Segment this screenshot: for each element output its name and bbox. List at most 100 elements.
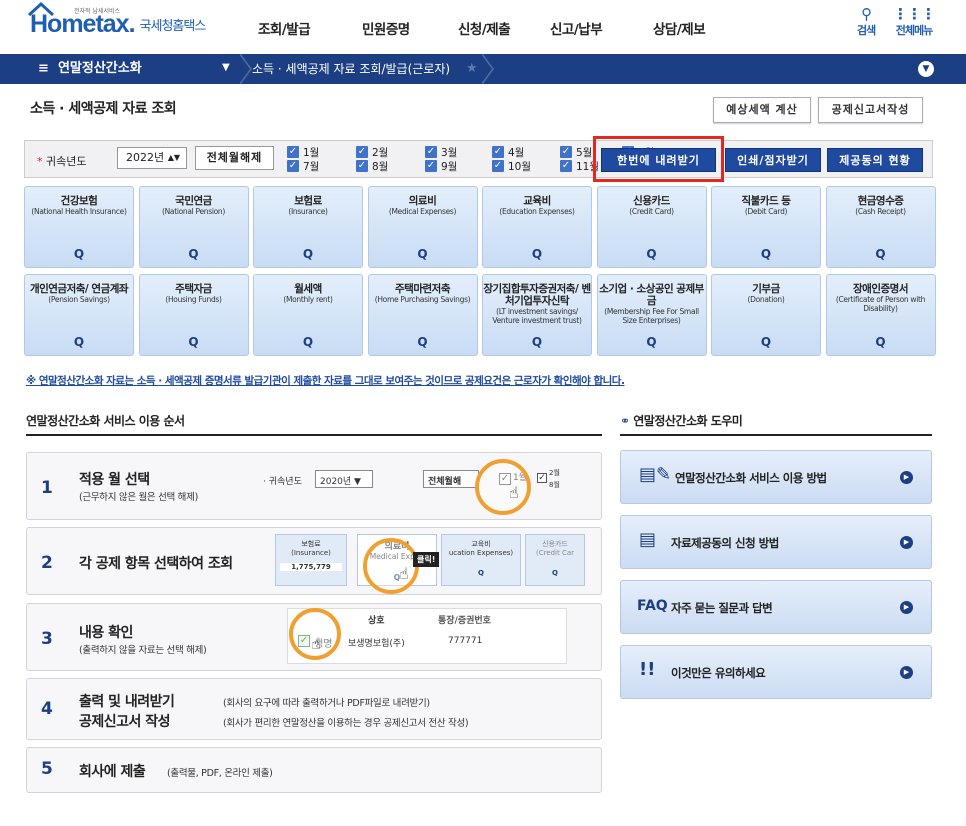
write-deduction-button[interactable]: 공제신고서작성	[818, 97, 923, 123]
month-checkbox-8[interactable]: ✓ 8월	[356, 160, 388, 173]
print-braille-button[interactable]: 인쇄/점자받기	[725, 148, 821, 172]
month-checkbox-3[interactable]: ✓ 3월	[425, 146, 457, 159]
demo-category-credit: 신용카드 (Credit Car Q	[525, 534, 585, 586]
category-english: (Membership Fee For Small Size Enterpris…	[604, 307, 699, 325]
step-desc: (회사의 요구에 따라 출력하거나 PDF파일로 내려받기)	[223, 698, 430, 709]
category-6[interactable]: 신용카드 (Credit Card) Q	[596, 186, 707, 268]
breadcrumb-separator-end	[482, 54, 494, 84]
year-select[interactable]: 2022년 ▲▼	[117, 147, 187, 169]
month-checkbox-4[interactable]: ✓ 4월	[492, 146, 524, 159]
filter-bar: * 귀속년도 2022년▲▼ 전체월해제 ✓1월✓2월✓3월✓4월✓5월✓6월✓…	[24, 140, 933, 178]
search-icon[interactable]: Q	[827, 247, 935, 261]
month-checkbox-10[interactable]: ✓ 10월	[492, 160, 531, 173]
month-checkbox-7[interactable]: ✓ 7월	[287, 160, 319, 173]
nav-certificate[interactable]: 민원증명	[362, 18, 410, 38]
category-english: (Debit Card)	[744, 207, 788, 216]
checkbox-checked-icon: ✓	[560, 160, 572, 172]
search-icon[interactable]: Q	[598, 335, 706, 349]
category-15[interactable]: 기부금 (Donation) Q	[711, 274, 821, 356]
cursor-hand-icon: ☝	[311, 634, 321, 653]
search-icon[interactable]: Q	[25, 247, 133, 261]
divider	[26, 434, 602, 436]
month-checkbox-1[interactable]: ✓ 1월	[287, 146, 319, 159]
search-icon[interactable]: Q	[140, 335, 248, 349]
category-title: 기부금	[752, 283, 780, 295]
category-2[interactable]: 국민연금 (National Pension) Q	[138, 186, 249, 268]
highlight-ring	[475, 459, 531, 515]
category-3[interactable]: 보험료 (Insurance) Q	[253, 186, 363, 268]
search-icon[interactable]: Q	[598, 247, 706, 261]
search-icon[interactable]: Q	[369, 247, 477, 261]
cursor-hand-icon: ☝	[399, 564, 409, 583]
category-7[interactable]: 직불카드 등 (Debit Card) Q	[711, 186, 821, 268]
logo-subtitle: 국세청홈택스	[139, 19, 207, 34]
category-12[interactable]: 주택마련저축 (Home Purchasing Savings) Q	[367, 274, 478, 356]
category-10[interactable]: 주택자금 (Housing Funds) Q	[138, 274, 249, 356]
step-title-2: 공제신고서 작성	[79, 714, 171, 730]
category-title: 신용카드	[633, 195, 670, 207]
help-faq[interactable]: FAQ 자주 묻는 질문과 답변 ▶	[620, 580, 932, 634]
expand-icon[interactable]: ▼	[918, 61, 934, 77]
category-14[interactable]: 소기업 · 소상공인 공제부금 (Membership Fee For Small…	[596, 274, 707, 356]
month-checkbox-5[interactable]: ✓ 5월	[560, 146, 592, 159]
search-icon[interactable]: Q	[483, 335, 591, 349]
category-title: 개인연금저축/ 연금계좌	[29, 283, 129, 295]
search-icon[interactable]: Q	[369, 335, 477, 349]
step-number: 1	[41, 478, 53, 498]
step-desc: (출력하지 않을 자료는 선택 해제)	[79, 645, 207, 656]
search-button[interactable]: ⚲ 검색	[857, 5, 876, 38]
category-8[interactable]: 현금영수증 (Cash Receipt) Q	[825, 186, 936, 268]
search-icon[interactable]: Q	[827, 335, 935, 349]
help-how-to-use[interactable]: ▤✎ 연말정산간소화 서비스 이용 방법 ▶	[620, 450, 932, 504]
search-icon[interactable]: Q	[254, 335, 362, 349]
category-13[interactable]: 장기집합투자증권저축/ 벤처기업투자신탁 (LT investment savin…	[482, 274, 592, 356]
category-english: (Monthly rent)	[283, 295, 333, 304]
all-menu-button[interactable]: ⋮⋮⋮ 전체메뉴	[893, 6, 936, 38]
search-icon[interactable]: Q	[25, 335, 133, 349]
step-number: 5	[41, 759, 53, 779]
category-4[interactable]: 의료비 (Medical Expenses) Q	[367, 186, 478, 268]
notice-text: ※ 연말정산간소화 자료는 소득 · 세액공제 증명서류 발급기관이 제출한 자…	[26, 375, 625, 387]
help-heading: ⚭ 연말정산간소화 도우미	[620, 414, 743, 428]
search-icon[interactable]: Q	[254, 247, 362, 261]
month-checkbox-9[interactable]: ✓ 9월	[425, 160, 457, 173]
category-11[interactable]: 월세액 (Monthly rent) Q	[253, 274, 363, 356]
step-4: 4 출력 및 내려받기 (회사의 요구에 따라 출력하거나 PDF파일로 내려받…	[26, 678, 602, 740]
warning-icon: !!	[639, 659, 656, 680]
consent-status-button[interactable]: 제공동의 현황	[827, 148, 923, 172]
step-desc: (출력물, PDF, 온라인 제출)	[167, 768, 273, 779]
checkbox-checked-icon: ✓	[425, 160, 437, 172]
chevron-down-icon[interactable]: ▼	[222, 62, 230, 73]
estimate-tax-button[interactable]: 예상세액 계산	[713, 97, 811, 123]
category-5[interactable]: 교육비 (Education Expenses) Q	[482, 186, 592, 268]
category-1[interactable]: 건강보험 (National Health Insurance) Q	[24, 186, 134, 268]
category-english: (National Health Insurance)	[31, 207, 127, 216]
menu-dropdown[interactable]: ≡ 연말정산간소화	[38, 54, 142, 84]
category-16[interactable]: 장애인증명서 (Certificate of Person with Disabi…	[825, 274, 936, 356]
month-checkbox-2[interactable]: ✓ 2월	[356, 146, 388, 159]
top-header: 전자적 납세서비스 Hometax. 국세청홈택스 조회/발급 민원증명 신청/…	[0, 0, 966, 54]
search-icon[interactable]: Q	[483, 247, 591, 261]
arrow-right-icon: ▶	[900, 666, 913, 679]
deselect-all-months-button[interactable]: 전체월해제	[195, 146, 274, 170]
hometax-logo[interactable]: 전자적 납세서비스 Hometax. 국세청홈택스	[28, 2, 207, 38]
category-english: (Certificate of Person with Disability)	[835, 295, 926, 313]
search-icon[interactable]: Q	[140, 247, 248, 261]
checkbox-checked-icon: ✓	[287, 146, 299, 158]
checkbox-checked-icon: ✓	[560, 146, 572, 158]
category-title: 장기집합투자증권저축/ 벤처기업투자신탁	[483, 283, 591, 307]
nav-consult[interactable]: 상담/제보	[653, 18, 706, 38]
category-9[interactable]: 개인연금저축/ 연금계좌 (Pension Savings) Q	[24, 274, 134, 356]
nav-inquiry[interactable]: 조회/발급	[258, 18, 311, 38]
favorite-star-icon[interactable]: ★	[466, 54, 478, 84]
nav-apply[interactable]: 신청/제출	[458, 18, 511, 38]
doc-icon: ▤	[639, 529, 657, 550]
nav-report[interactable]: 신고/납부	[550, 18, 603, 38]
faq-icon: FAQ	[637, 598, 668, 614]
search-icon[interactable]: Q	[712, 247, 820, 261]
search-icon[interactable]: Q	[712, 335, 820, 349]
help-consent-apply[interactable]: ▤ 자료제공동의 신청 방법 ▶	[620, 515, 932, 569]
arrow-right-icon: ▶	[900, 536, 913, 549]
help-caution[interactable]: !! 이것만은 유의하세요 ▶	[620, 645, 932, 699]
search-icon: ⚲	[861, 5, 872, 23]
